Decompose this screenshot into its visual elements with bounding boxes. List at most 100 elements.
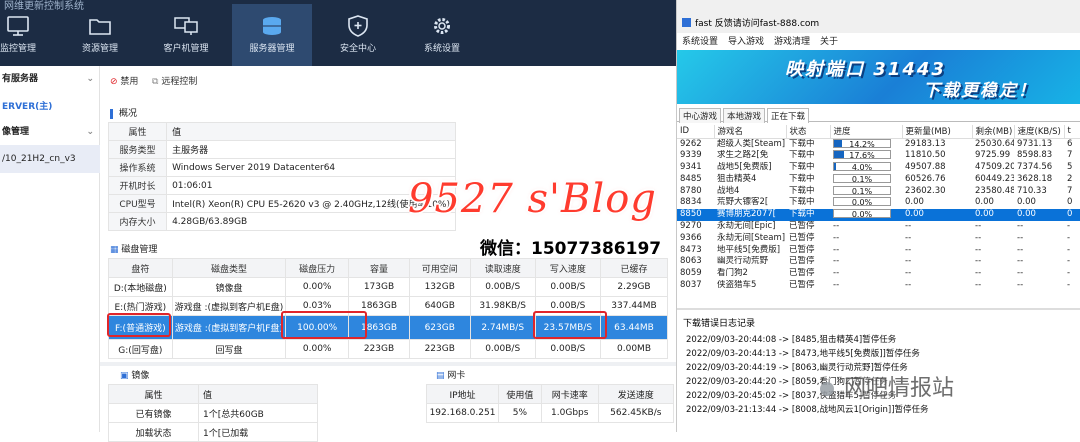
cell-status: 已暂停	[786, 268, 830, 280]
col-header[interactable]: 进度	[830, 125, 902, 138]
cell: 562.45KB/s	[598, 404, 673, 423]
cell-upd: --	[902, 221, 972, 233]
splitter[interactable]	[677, 308, 1080, 310]
cell: 223GB	[349, 340, 410, 359]
network-card-icon: ▤	[436, 371, 445, 381]
folder-icon	[87, 14, 113, 38]
col-header[interactable]: 更新量(MB)	[902, 125, 972, 138]
col-header[interactable]: t	[1064, 125, 1080, 138]
sidebar-all-servers[interactable]: 有服务器 ⌄	[0, 68, 100, 90]
download-row[interactable]: 8485狙击精英4下载中0.1%60526.7660449.233628.182	[677, 173, 1080, 185]
nav-monitor[interactable]: 监控管理	[0, 14, 58, 54]
overview-section-title: 概况	[110, 106, 137, 119]
remote-control-button[interactable]: ⧉ 远程控制	[152, 74, 197, 87]
chevron-down-icon[interactable]: ⌄	[86, 68, 94, 90]
menu-clean-game[interactable]: 游戏清理	[774, 37, 810, 47]
nav-settings[interactable]: 系统设置	[402, 14, 482, 54]
cell-left: --	[972, 232, 1014, 244]
cell-left: 0.00	[972, 209, 1014, 221]
download-row[interactable]: 8063幽灵行动荒野已暂停---------	[677, 256, 1080, 268]
window-title: fast 反馈请访问fast-888.com	[695, 19, 819, 29]
cell-left: 60449.23	[972, 173, 1014, 185]
cell: 0.00B/S	[470, 340, 535, 359]
download-row[interactable]: 8059看门狗2已暂停---------	[677, 268, 1080, 280]
progress-bar: 4.0%	[833, 162, 891, 171]
disable-button[interactable]: ⊘ 禁用	[110, 74, 138, 87]
header-cell: 值	[167, 123, 456, 141]
col-header[interactable]: 速度(KB/S)	[1014, 125, 1064, 138]
tab-strip: 中心游戏本地游戏正在下载	[677, 108, 1080, 122]
nic-title: 网卡	[447, 371, 465, 381]
sidebar: 有服务器 ⌄ ERVER(主) 像管理 ⌄ /10_21H2_cn_v3	[0, 66, 100, 432]
sidebar-image-item[interactable]: /10_21H2_cn_v3	[0, 145, 100, 173]
key-cell: 内存大小	[109, 213, 167, 231]
nav-security[interactable]: 安全中心	[318, 14, 398, 54]
progress-bar: 0.1%	[833, 186, 891, 195]
highlight-box	[107, 313, 171, 337]
tab-downloading[interactable]: 正在下载	[767, 108, 809, 123]
progress-bar: 0.1%	[833, 174, 891, 183]
menu-about[interactable]: 关于	[820, 37, 838, 47]
nav-label: 资源管理	[82, 44, 118, 54]
col-header[interactable]: 游戏名	[714, 125, 786, 138]
cell: 640GB	[409, 297, 470, 316]
cell-id: 9270	[677, 221, 714, 233]
cell-speed: 0.00	[1014, 197, 1064, 209]
nav-resources[interactable]: 资源管理	[60, 14, 140, 54]
download-row[interactable]: 8834荒野大镖客2[下载中0.0%0.000.000.000	[677, 197, 1080, 209]
nav-clients[interactable]: 客户机管理	[146, 14, 226, 54]
table-row: 加载状态1个[已加载	[109, 423, 318, 442]
cell: 0.00MB	[601, 340, 668, 359]
cell: 1个[已加载	[199, 423, 318, 442]
menu-import-game[interactable]: 导入游戏	[728, 37, 764, 47]
table-row: 内存大小4.28GB/63.89GB	[109, 213, 456, 231]
cell-name: 赛博朋克2077[	[714, 209, 786, 221]
highlight-box	[533, 311, 607, 339]
nav-servers[interactable]: 服务器管理	[232, 4, 312, 66]
highlight-box	[281, 311, 367, 339]
blog-watermark: 9527 s'Blog	[408, 176, 657, 222]
col-header[interactable]: 状态	[786, 125, 830, 138]
col-header: 值	[199, 385, 318, 404]
link-icon: ⧉	[152, 77, 158, 87]
nav-label: 服务器管理	[249, 44, 294, 54]
table-row: 服务类型主服务器	[109, 141, 456, 159]
cell-t: -	[1064, 244, 1080, 256]
download-row[interactable]: 8037侠盗猎车5已暂停---------	[677, 280, 1080, 292]
download-row[interactable]: 9262超级人类[Steam]下载中14.2%29183.1325030.649…	[677, 138, 1080, 150]
table-row[interactable]: G:(回写盘)回写盘0.00%223GB223GB0.00B/S0.00B/S0…	[109, 340, 668, 359]
cell-speed: --	[1014, 268, 1064, 280]
download-row[interactable]: 8780战地4下载中0.1%23602.3023580.48710.337	[677, 185, 1080, 197]
disk-title: 磁盘管理	[121, 245, 157, 255]
download-row-selected[interactable]: 8850赛博朋克2077[下载中0.0%0.000.000.000	[677, 209, 1080, 221]
download-row[interactable]: 9339求生之路2[免下载中17.6%11810.509725.998598.8…	[677, 150, 1080, 162]
cell: 1.0Gbps	[541, 404, 598, 423]
col-header[interactable]: ID	[677, 125, 714, 138]
menu-system-settings[interactable]: 系统设置	[682, 37, 718, 47]
col-header[interactable]: 剩余(MB)	[972, 125, 1014, 138]
cell-id: 9339	[677, 150, 714, 162]
table-row[interactable]: D:(本地磁盘)镜像盘0.00%173GB132GB0.00B/S0.00B/S…	[109, 278, 668, 297]
cell-status: 已暂停	[786, 232, 830, 244]
progress-cell: 4.0%	[830, 162, 902, 174]
download-row[interactable]: 9270永劫无间[Epic]已暂停---------	[677, 221, 1080, 233]
app-icon	[682, 18, 691, 27]
download-row[interactable]: 9366永劫无间[Steam]已暂停---------	[677, 232, 1080, 244]
cell-left: 23580.48	[972, 185, 1014, 197]
progress-bar: 0.0%	[833, 209, 891, 218]
image-table: 属性值 已有镜像1个[总共60GB 加载状态1个[已加载	[108, 384, 318, 442]
cell-id: 8037	[677, 280, 714, 292]
nav-label: 监控管理	[0, 44, 36, 54]
download-row[interactable]: 8473地平线5[免费版]已暂停---------	[677, 244, 1080, 256]
disk-section-title: ▦ 磁盘管理	[110, 242, 157, 255]
sidebar-image-manage[interactable]: 像管理 ⌄	[0, 121, 100, 143]
chevron-down-icon[interactable]: ⌄	[86, 121, 94, 143]
table-header-row: IP地址使用值网卡速率发送速度	[427, 385, 674, 404]
col-header: 属性	[109, 385, 199, 404]
col-header: 磁盘压力	[286, 259, 349, 278]
tab-local-games[interactable]: 本地游戏	[723, 108, 765, 123]
download-row[interactable]: 9341战地5[免费版]下载中4.0%49507.8847509.207374.…	[677, 162, 1080, 174]
tab-center-games[interactable]: 中心游戏	[679, 108, 721, 123]
sidebar-server-main[interactable]: ERVER(主)	[0, 96, 100, 118]
cell: 2.29GB	[601, 278, 668, 297]
